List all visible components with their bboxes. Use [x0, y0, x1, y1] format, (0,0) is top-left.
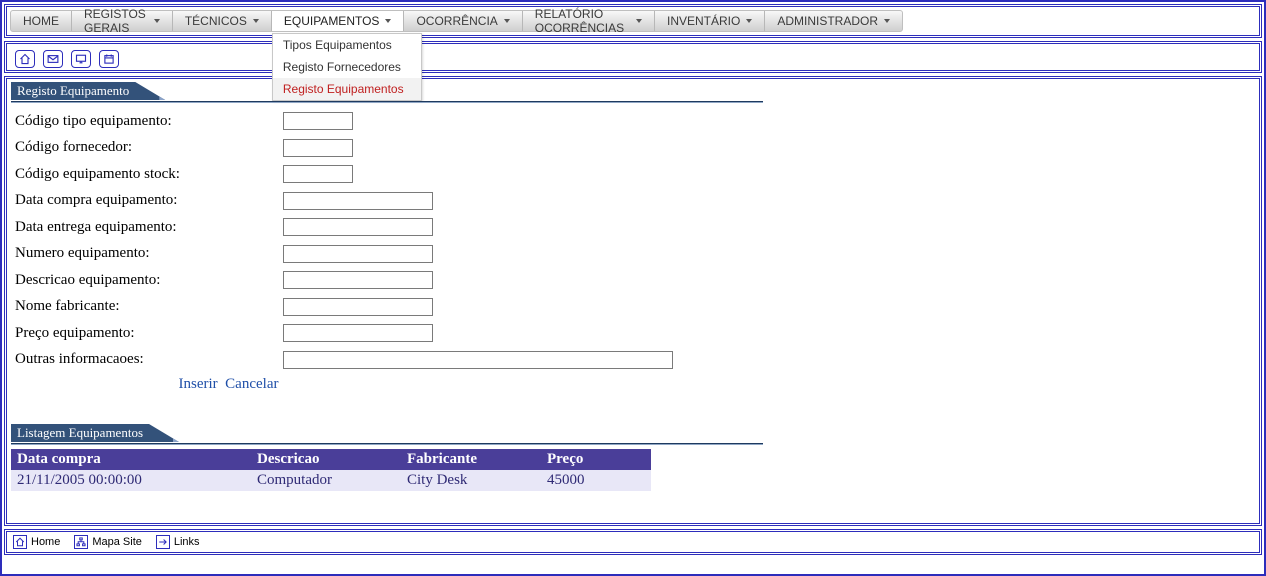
input-preco-equipamento[interactable]	[283, 324, 433, 342]
label-codigo-fornecedor: Código fornecedor:	[13, 136, 279, 161]
section-title-registo: Registo Equipamento	[11, 83, 763, 103]
mail-icon	[47, 53, 59, 65]
input-codigo-equipamento-stock[interactable]	[283, 165, 353, 183]
label-data-compra: Data compra equipamento:	[13, 189, 279, 214]
cell-data-compra: 21/11/2005 00:00:00	[11, 470, 251, 491]
nav-ocorrencia[interactable]: OCORRÊNCIA	[404, 11, 522, 31]
toolbar	[7, 44, 1259, 70]
footer-links[interactable]: Links	[156, 535, 200, 549]
footer-home[interactable]: Home	[13, 535, 60, 549]
cell-fabricante: City Desk	[401, 470, 541, 491]
input-codigo-fornecedor[interactable]	[283, 139, 353, 157]
input-nome-fabricante[interactable]	[283, 298, 433, 316]
toolbar-monitor-button[interactable]	[71, 50, 91, 68]
home-icon	[13, 535, 27, 549]
toolbar-mail-button[interactable]	[43, 50, 63, 68]
sitemap-icon	[74, 535, 88, 549]
nav-home[interactable]: HOME	[11, 11, 72, 31]
monitor-icon	[75, 53, 87, 65]
main-nav: HOME REGISTOS GERAIS TÉCNICOS EQUIPAMENT…	[10, 10, 903, 32]
label-data-entrega: Data entrega equipamento:	[13, 215, 279, 240]
nav-tecnicos[interactable]: TÉCNICOS	[173, 11, 272, 31]
th-preco: Preço	[541, 449, 651, 470]
nav-relatorio-ocorrencias[interactable]: RELATÓRIO OCORRÊNCIAS	[523, 11, 655, 31]
input-data-compra[interactable]	[283, 192, 433, 210]
insert-link[interactable]: Inserir	[179, 376, 218, 392]
dropdown-registo-fornecedores[interactable]: Registo Fornecedores	[273, 56, 421, 78]
label-nome-fabricante: Nome fabricante:	[13, 295, 279, 320]
label-descricao-equipamento: Descricao equipamento:	[13, 268, 279, 293]
nav-administrador[interactable]: ADMINISTRADOR	[765, 11, 902, 31]
arrow-right-icon	[156, 535, 170, 549]
nav-registos-gerais[interactable]: REGISTOS GERAIS	[72, 11, 173, 31]
input-data-entrega[interactable]	[283, 218, 433, 236]
footer-mapa-site[interactable]: Mapa Site	[74, 535, 142, 549]
input-numero-equipamento[interactable]	[283, 245, 433, 263]
input-outras-informacoes[interactable]	[283, 351, 673, 369]
cell-descricao: Computador	[251, 470, 401, 491]
input-codigo-tipo-equipamento[interactable]	[283, 112, 353, 130]
label-numero-equipamento: Numero equipamento:	[13, 242, 279, 267]
toolbar-calendar-button[interactable]	[99, 50, 119, 68]
toolbar-home-button[interactable]	[15, 50, 35, 68]
label-outras-informacoes: Outras informacaoes:	[13, 348, 279, 373]
home-icon	[19, 53, 31, 65]
input-descricao-equipamento[interactable]	[283, 271, 433, 289]
th-descricao: Descricao	[251, 449, 401, 470]
cancel-link[interactable]: Cancelar	[225, 376, 278, 392]
calendar-icon	[103, 53, 115, 65]
label-codigo-tipo-equipamento: Código tipo equipamento:	[13, 109, 279, 134]
th-fabricante: Fabricante	[401, 449, 541, 470]
label-codigo-equipamento-stock: Código equipamento stock:	[13, 162, 279, 187]
form-registo-equipamento: Código tipo equipamento:Código fornecedo…	[11, 107, 751, 374]
table-row[interactable]: 21/11/2005 00:00:00ComputadorCity Desk45…	[11, 470, 651, 491]
th-data-compra: Data compra	[11, 449, 251, 470]
label-preco-equipamento: Preço equipamento:	[13, 321, 279, 346]
nav-equipamentos[interactable]: EQUIPAMENTOS Tipos Equipamentos Registo …	[272, 11, 405, 31]
table-listagem-equipamentos: Data compra Descricao Fabricante Preço 2…	[11, 449, 651, 491]
footer: Home Mapa Site Links	[7, 532, 1259, 552]
nav-inventario[interactable]: INVENTÁRIO	[655, 11, 765, 31]
section-title-listagem: Listagem Equipamentos	[11, 425, 763, 445]
cell-preco: 45000	[541, 470, 651, 491]
dropdown-tipos-equipamentos[interactable]: Tipos Equipamentos	[273, 34, 421, 56]
